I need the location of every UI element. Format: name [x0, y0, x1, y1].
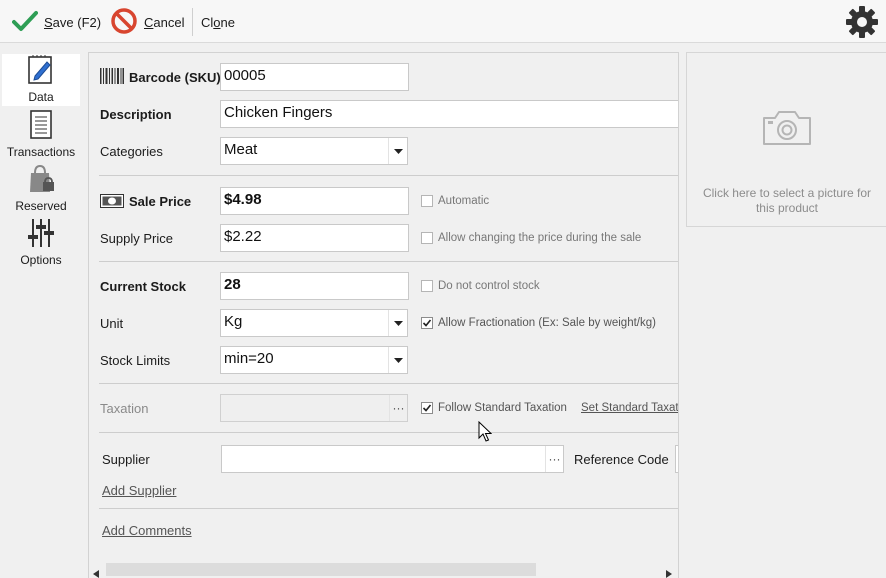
reference-code-label: Reference Code: [574, 452, 669, 467]
ellipsis-icon: ···: [389, 395, 407, 421]
unit-value: Kg: [224, 313, 243, 330]
supplier-label: Supplier: [102, 452, 150, 467]
gear-icon[interactable]: [845, 5, 879, 42]
chevron-down-icon[interactable]: [388, 310, 407, 336]
checkmark-icon: [421, 317, 433, 329]
supply-price-label: Supply Price: [100, 231, 173, 246]
section-divider: [99, 383, 678, 384]
product-form: Barcode (SKU) 00005 Description Chicken …: [88, 52, 679, 578]
sidebar-item-label: Transactions: [6, 145, 76, 159]
description-label: Description: [100, 107, 172, 122]
sidebar: Data Transactions Reserved Options: [0, 44, 83, 578]
checkbox-label: Allow changing the price during the sale: [438, 232, 642, 244]
categories-select[interactable]: Meat: [220, 137, 408, 165]
checkbox-box: [421, 195, 433, 207]
checkbox-label: Automatic: [438, 195, 490, 207]
add-supplier-link[interactable]: Add Supplier: [102, 483, 176, 498]
section-divider: [99, 261, 678, 262]
section-divider: [99, 432, 678, 433]
checkbox-label: Allow Fractionation (Ex: Sale by weight/…: [438, 317, 656, 329]
barcode-label: Barcode (SKU): [129, 70, 221, 85]
pencil-document-icon: [26, 54, 56, 89]
scroll-left-icon[interactable]: [93, 566, 99, 578]
sale-price-input[interactable]: $4.98: [220, 187, 409, 215]
taxation-input: ···: [220, 394, 408, 422]
categories-label: Categories: [100, 144, 163, 159]
stock-limits-value: min=20: [224, 350, 274, 367]
checkbox-label: Do not control stock: [438, 280, 540, 292]
sale-price-label: Sale Price: [129, 194, 192, 209]
checkmark-icon: [421, 402, 433, 414]
supplier-input[interactable]: ···: [221, 445, 564, 473]
allow-price-change-checkbox[interactable]: Allow changing the price during the sale: [421, 232, 641, 244]
checkbox-box: [421, 232, 433, 244]
barcode-icon: [100, 68, 124, 87]
section-divider: [99, 175, 678, 176]
sidebar-item-label: Reserved: [15, 199, 67, 213]
checkbox-label: Follow Standard Taxation: [438, 402, 567, 414]
scrollbar-thumb[interactable]: [106, 563, 536, 576]
sidebar-item-reserved[interactable]: Reserved: [2, 163, 80, 215]
picture-hint: Click here to select a picture for this …: [702, 186, 872, 215]
supply-price-input[interactable]: $2.22: [220, 224, 409, 252]
barcode-input[interactable]: 00005: [220, 63, 409, 91]
cancel-label: Cancel: [144, 14, 185, 30]
current-stock-label: Current Stock: [100, 279, 186, 294]
sidebar-item-label: Options: [20, 253, 62, 267]
add-comments-link[interactable]: Add Comments: [102, 523, 192, 538]
automatic-checkbox[interactable]: Automatic: [421, 195, 489, 207]
unit-label: Unit: [100, 316, 124, 331]
sliders-icon: [26, 217, 56, 252]
toolbar: Save (F2) Cancel Clone: [0, 0, 886, 43]
scroll-right-icon[interactable]: [666, 566, 672, 578]
categories-value: Meat: [224, 141, 258, 158]
sidebar-item-label: Data: [28, 90, 54, 104]
clone-label: Clone: [201, 14, 235, 30]
sidebar-item-options[interactable]: Options: [2, 217, 80, 269]
cancel-button[interactable]: Cancel: [110, 7, 184, 37]
reference-code-input[interactable]: [675, 445, 678, 473]
checkmark-icon: [12, 10, 38, 35]
taxation-label: Taxation: [100, 401, 149, 416]
clone-button[interactable]: Clone: [201, 7, 235, 37]
stock-limits-select[interactable]: min=20: [220, 346, 408, 374]
save-button[interactable]: Save (F2): [12, 7, 101, 37]
ellipsis-icon[interactable]: ···: [545, 446, 563, 472]
sidebar-item-data[interactable]: Data: [2, 54, 80, 106]
camera-icon: [762, 108, 812, 149]
unit-select[interactable]: Kg: [220, 309, 408, 337]
section-divider: [99, 508, 678, 509]
locked-bag-icon: [25, 163, 57, 198]
allow-fractionation-checkbox[interactable]: Allow Fractionation (Ex: Sale by weight/…: [421, 317, 656, 329]
current-stock-input[interactable]: 28: [220, 272, 409, 300]
description-input[interactable]: Chicken Fingers: [220, 100, 678, 128]
chevron-down-icon[interactable]: [388, 347, 407, 373]
mouse-cursor-icon: [478, 420, 493, 446]
cancel-icon: [110, 7, 138, 38]
follow-standard-taxation-checkbox[interactable]: Follow Standard Taxation: [421, 402, 567, 414]
stock-limits-label: Stock Limits: [100, 353, 171, 368]
product-picture-area[interactable]: Click here to select a picture for this …: [686, 52, 886, 227]
ledger-icon: [27, 109, 55, 144]
banknote-icon: [100, 194, 124, 211]
save-label: Save (F2): [44, 14, 102, 30]
checkbox-box: [421, 280, 433, 292]
set-standard-taxation-link[interactable]: Set Standard Taxati: [581, 402, 678, 414]
chevron-down-icon[interactable]: [388, 138, 407, 164]
do-not-control-stock-checkbox[interactable]: Do not control stock: [421, 280, 540, 292]
sidebar-item-transactions[interactable]: Transactions: [2, 109, 80, 161]
horizontal-scrollbar[interactable]: [89, 561, 678, 578]
toolbar-divider: [192, 8, 193, 36]
